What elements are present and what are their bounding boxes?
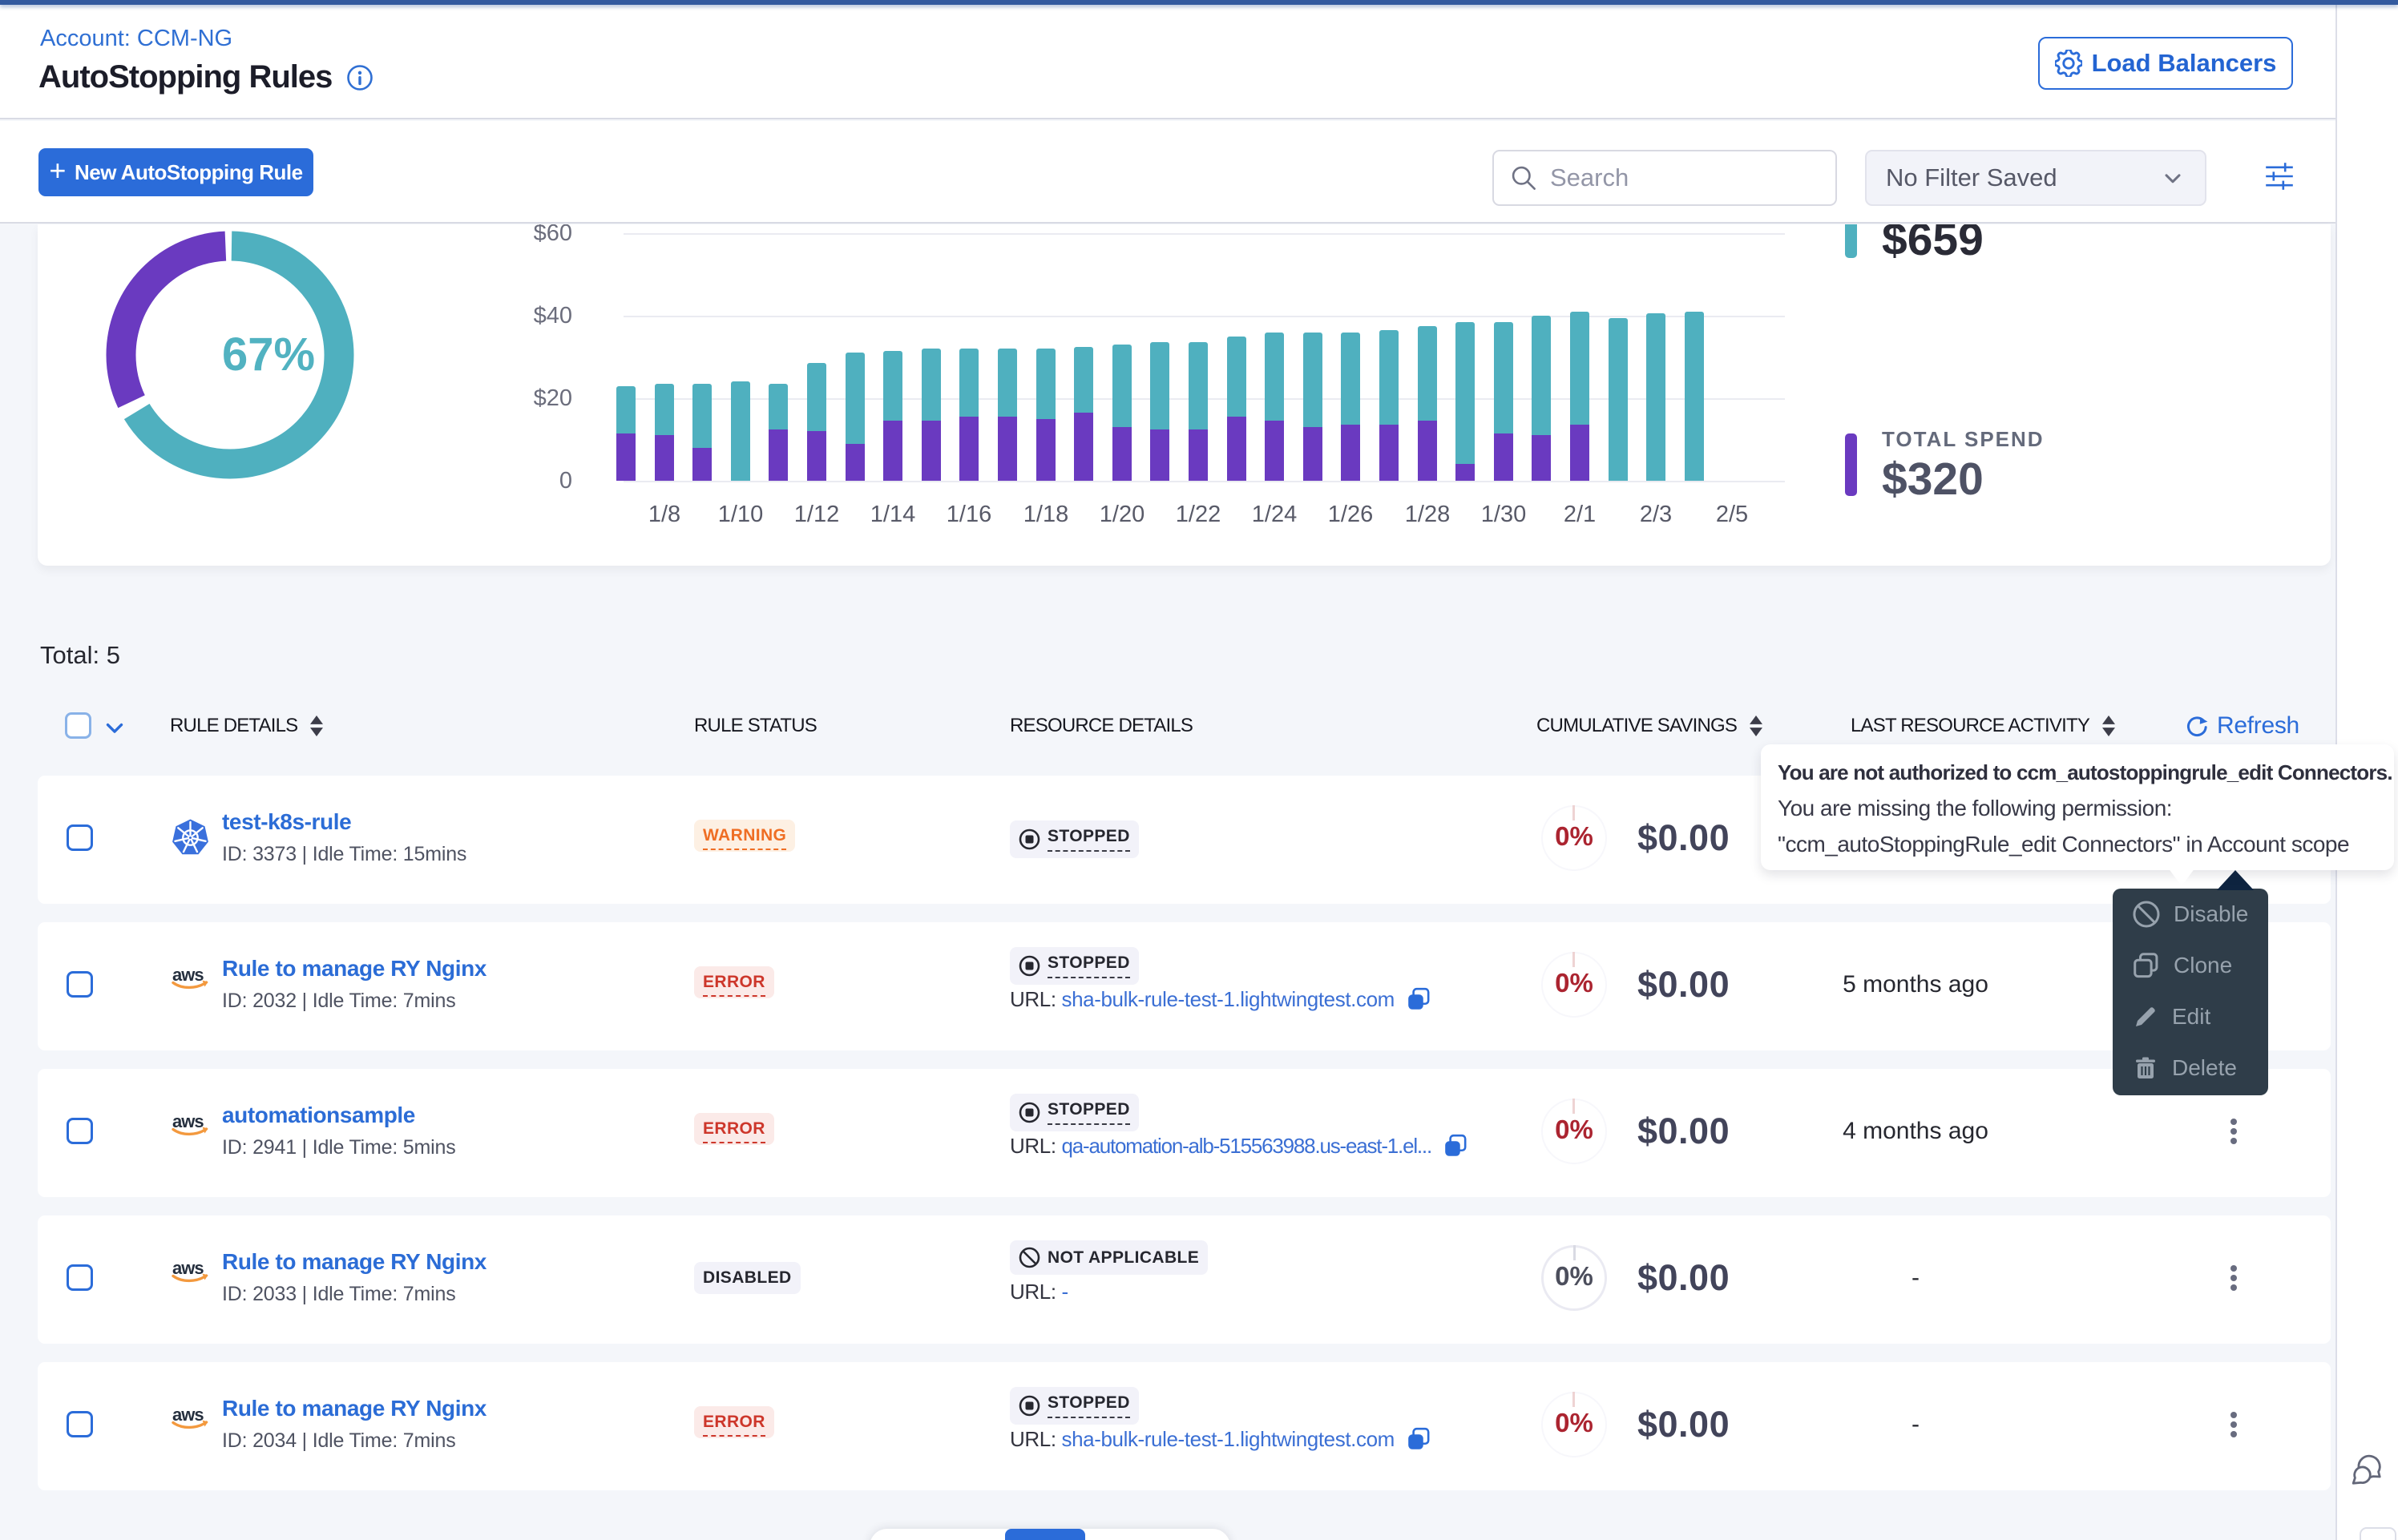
svg-text:aws: aws (172, 1405, 204, 1425)
svg-text:aws: aws (172, 966, 204, 985)
svg-text:aws: aws (172, 1259, 204, 1278)
svg-text:aws: aws (172, 1112, 204, 1131)
